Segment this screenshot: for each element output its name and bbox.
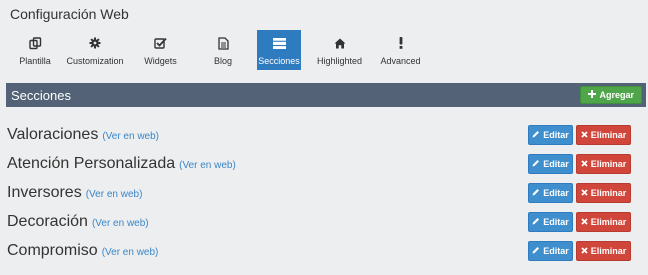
tab-highlighted[interactable]: Highlighted: [301, 30, 378, 70]
delete-button[interactable]: Eliminar: [576, 153, 631, 174]
add-button-label: Agregar: [599, 90, 634, 100]
config-tabs: Plantilla Customization Widgets Blog Sec…: [12, 30, 423, 70]
edit-button[interactable]: Editar: [528, 182, 573, 203]
edit-label: Editar: [543, 129, 569, 140]
pencil-icon: [532, 246, 540, 256]
section-name: Valoraciones: [7, 125, 99, 143]
view-on-web-link[interactable]: (Ver en web): [92, 218, 149, 229]
list-icon: [272, 36, 286, 50]
tab-widgets[interactable]: Widgets: [132, 30, 189, 70]
tab-label: Plantilla: [19, 56, 51, 66]
tab-label: Blog: [213, 56, 232, 66]
pencil-icon: [532, 217, 540, 227]
tab-plantilla[interactable]: Plantilla: [12, 30, 58, 70]
edit-label: Editar: [543, 245, 569, 256]
edit-label: Editar: [543, 158, 569, 169]
view-on-web-link[interactable]: (Ver en web): [102, 131, 159, 142]
delete-button[interactable]: Eliminar: [576, 240, 631, 261]
delete-label: Eliminar: [590, 187, 627, 198]
checkbox-icon: [154, 36, 167, 50]
tab-label: Customization: [66, 56, 124, 66]
delete-label: Eliminar: [590, 216, 627, 227]
tab-blog[interactable]: Blog: [189, 30, 257, 70]
delete-button[interactable]: Eliminar: [576, 124, 631, 145]
edit-button[interactable]: Editar: [528, 124, 573, 145]
tab-label: Widgets: [144, 56, 177, 66]
delete-label: Eliminar: [590, 245, 627, 256]
tab-label: Highlighted: [316, 56, 363, 66]
view-on-web-link[interactable]: (Ver en web): [86, 189, 143, 200]
close-icon: [581, 159, 588, 169]
add-section-button[interactable]: Agregar: [580, 86, 642, 104]
list-item: Valoraciones (Ver en web) Editar Elimina…: [7, 120, 631, 149]
delete-label: Eliminar: [590, 158, 627, 169]
tab-label: Secciones: [258, 56, 300, 66]
list-item: Decoración (Ver en web) Editar Eliminar: [7, 207, 631, 236]
pencil-icon: [532, 130, 540, 140]
document-icon: [217, 36, 229, 50]
list-item: Inversores (Ver en web) Editar Eliminar: [7, 178, 631, 207]
view-on-web-link[interactable]: (Ver en web): [179, 160, 236, 171]
delete-label: Eliminar: [590, 129, 627, 140]
edit-button[interactable]: Editar: [528, 240, 573, 261]
view-on-web-link[interactable]: (Ver en web): [102, 247, 159, 258]
close-icon: [581, 130, 588, 140]
close-icon: [581, 188, 588, 198]
pencil-icon: [532, 159, 540, 169]
list-item: Compromiso (Ver en web) Editar Eliminar: [7, 236, 631, 265]
close-icon: [581, 217, 588, 227]
section-name: Compromiso: [7, 241, 98, 259]
home-icon: [334, 36, 346, 50]
tab-customization[interactable]: Customization: [58, 30, 132, 70]
pencil-icon: [532, 188, 540, 198]
edit-button[interactable]: Editar: [528, 211, 573, 232]
delete-button[interactable]: Eliminar: [576, 182, 631, 203]
edit-button[interactable]: Editar: [528, 153, 573, 174]
section-header: Secciones Agregar: [6, 83, 646, 107]
section-name: Atención Personalizada: [7, 154, 176, 172]
section-title: Secciones: [11, 87, 71, 103]
page-title: Configuración Web: [10, 6, 129, 22]
list-item: Atención Personalizada (Ver en web) Edit…: [7, 149, 631, 178]
section-list: Valoraciones (Ver en web) Editar Elimina…: [7, 120, 631, 265]
copy-icon: [28, 36, 42, 50]
section-name: Inversores: [7, 183, 82, 201]
gear-icon: [89, 36, 101, 50]
exclamation-icon: [399, 36, 403, 50]
edit-label: Editar: [543, 216, 569, 227]
delete-button[interactable]: Eliminar: [576, 211, 631, 232]
close-icon: [581, 246, 588, 256]
tab-label: Advanced: [380, 56, 421, 66]
tab-secciones[interactable]: Secciones: [257, 30, 301, 70]
section-name: Decoración: [7, 212, 88, 230]
tab-advanced[interactable]: Advanced: [378, 30, 423, 70]
edit-label: Editar: [543, 187, 569, 198]
plus-icon: [588, 90, 597, 100]
